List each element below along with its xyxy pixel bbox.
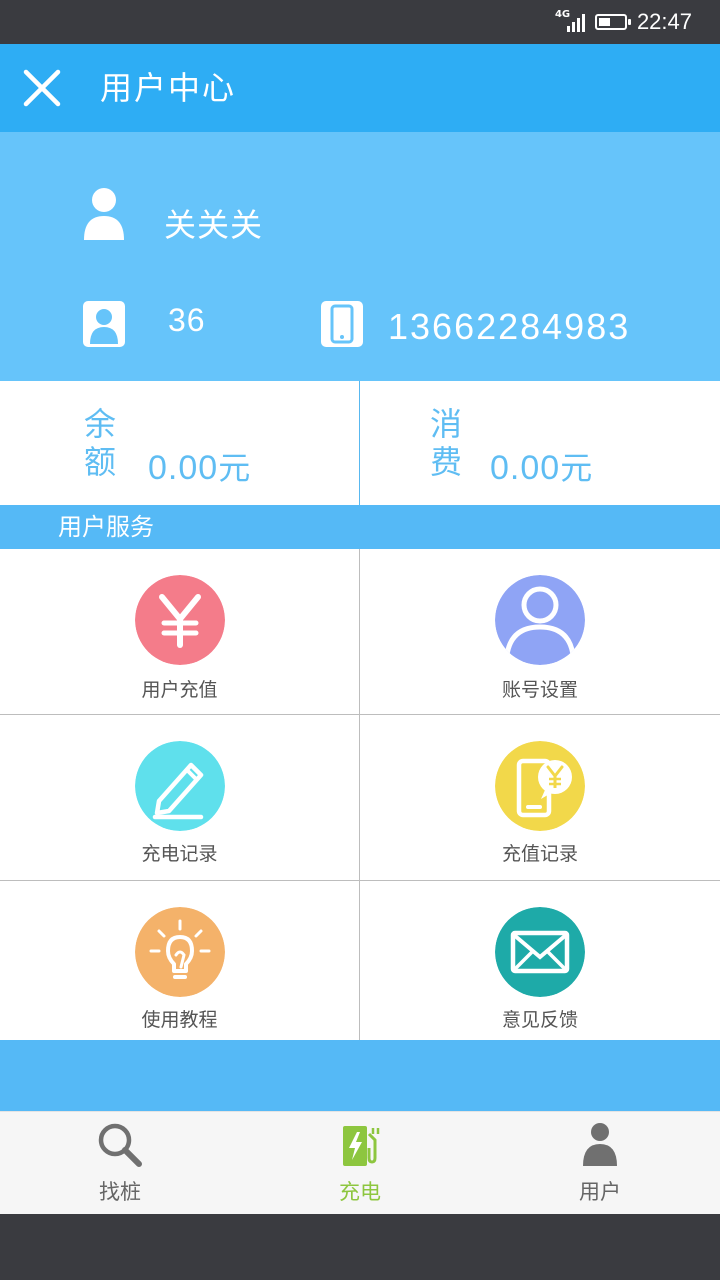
footer-band bbox=[0, 1040, 720, 1111]
service-tutorial[interactable]: 使用教程 bbox=[0, 881, 360, 1040]
service-grid: 用户充值 账号设置 充电记录 充值记录 使用教程 意见反馈 bbox=[0, 549, 720, 1040]
battery-level bbox=[598, 18, 610, 26]
envelope-icon bbox=[495, 907, 585, 997]
battery-icon bbox=[594, 14, 631, 30]
balance-amount: 0.00元 bbox=[148, 449, 252, 487]
close-button[interactable] bbox=[18, 64, 66, 112]
services-section-header: 用户服务 bbox=[0, 505, 720, 549]
service-account-settings[interactable]: 账号设置 bbox=[360, 549, 720, 715]
nav-find-pile[interactable]: 找桩 bbox=[0, 1112, 240, 1215]
close-icon bbox=[23, 69, 61, 107]
service-label: 账号设置 bbox=[501, 679, 578, 701]
user-icon bbox=[84, 188, 124, 240]
nav-label: 充电 bbox=[339, 1180, 381, 1204]
service-label: 用户充值 bbox=[141, 679, 218, 701]
status-time: 22:47 bbox=[636, 9, 692, 34]
consume-amount: 0.00元 bbox=[490, 449, 594, 487]
pencil-icon bbox=[134, 741, 225, 831]
balance-row: 余 额 0.00元 消 费 0.00元 bbox=[0, 381, 720, 505]
yuan-icon bbox=[134, 575, 225, 665]
balance-cell: 余 额 0.00元 bbox=[0, 381, 360, 505]
service-recharge[interactable]: 用户充值 bbox=[0, 549, 360, 715]
page-title: 用户中心 bbox=[100, 69, 237, 107]
status-bar: 4G 22:47 bbox=[0, 0, 720, 44]
lightbulb-icon bbox=[134, 907, 225, 997]
balance-label: 余 额 bbox=[84, 405, 117, 481]
phone-yuan-icon bbox=[495, 741, 585, 831]
user-icon bbox=[583, 1123, 617, 1166]
user-name: 关关关 bbox=[164, 206, 264, 244]
signal-icon: 4G bbox=[555, 10, 585, 34]
system-navigation-bar bbox=[0, 1214, 720, 1280]
bottom-nav: 找桩 充电 用户 bbox=[0, 1111, 720, 1214]
id-card-icon bbox=[83, 301, 125, 347]
user-id: 36 bbox=[168, 302, 206, 338]
phone-number: 13662284983 bbox=[388, 306, 631, 347]
service-label: 充值记录 bbox=[501, 843, 578, 865]
service-label: 充电记录 bbox=[141, 843, 218, 865]
service-label: 使用教程 bbox=[141, 1009, 218, 1031]
consume-label: 消 费 bbox=[430, 405, 463, 481]
consume-cell: 消 费 0.00元 bbox=[360, 381, 720, 505]
phone-icon bbox=[321, 301, 363, 347]
service-label: 意见反馈 bbox=[501, 1009, 578, 1031]
profile-panel: 关关关 36 13662284983 bbox=[0, 132, 720, 381]
nav-label: 找桩 bbox=[99, 1180, 141, 1204]
search-icon bbox=[98, 1123, 142, 1167]
service-charging-records[interactable]: 充电记录 bbox=[0, 715, 360, 881]
nav-user[interactable]: 用户 bbox=[480, 1112, 720, 1215]
nav-charge[interactable]: 充电 bbox=[240, 1112, 480, 1215]
nav-label: 用户 bbox=[579, 1180, 621, 1204]
section-title: 用户服务 bbox=[58, 513, 154, 541]
service-recharge-records[interactable]: 充值记录 bbox=[360, 715, 720, 881]
service-feedback[interactable]: 意见反馈 bbox=[360, 881, 720, 1040]
charging-icon bbox=[343, 1126, 380, 1166]
account-icon bbox=[495, 575, 585, 665]
status-indicators: 4G 22:47 bbox=[555, 0, 692, 44]
app-header: 用户中心 bbox=[0, 44, 720, 132]
